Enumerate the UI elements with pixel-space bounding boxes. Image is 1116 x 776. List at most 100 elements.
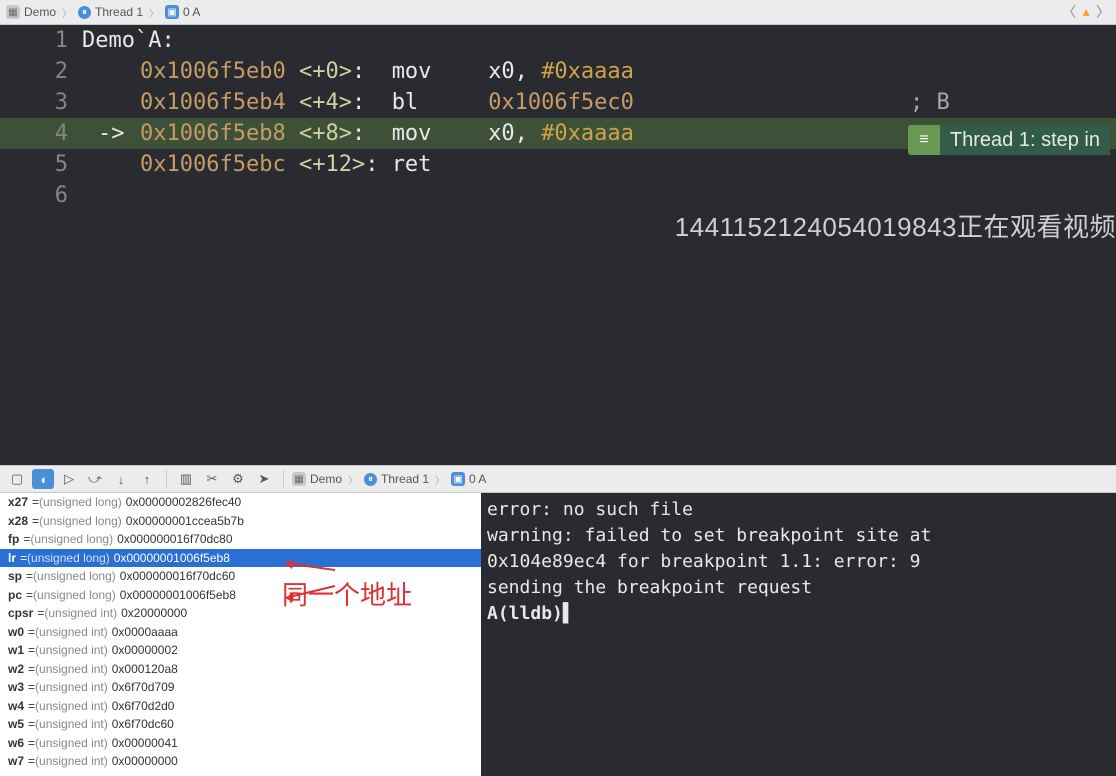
stackframe-icon: ▣ [451,472,465,486]
register-row[interactable]: w5 = (unsigned int)0x6f70dc60 [0,715,481,734]
code-line: 1 Demo`A: [0,25,1116,56]
register-type: (unsigned long) [27,551,110,565]
register-name: w0 [8,625,24,639]
thread-status-pill[interactable]: ≡ Thread 1: step in [908,125,1110,155]
console-prompt: A(lldb)▌ [487,601,1110,627]
chevron-icon: 〉 [60,5,74,20]
operand: x0, [488,121,528,146]
code-line: 2 0x1006f5eb0 <+0> : mov x0, #0xaaaa [0,56,1116,87]
register-type: (unsigned long) [30,532,113,546]
register-type: (unsigned int) [44,606,117,620]
register-name: w7 [8,754,24,768]
operand: #0xaaaa [541,121,634,146]
thread-status-text: Thread 1: step in [940,125,1110,155]
line-number: 4 [0,121,82,146]
register-row[interactable]: fp = (unsigned long)0x000000016f70dc80 [0,530,481,549]
register-value: 0x00000002 [112,643,178,657]
breadcrumb-thread[interactable]: Thread 1 [95,5,143,19]
thread-icon: ⏸ [78,6,91,19]
register-type: (unsigned long) [39,514,122,528]
topbar-right: 〈 ▲ 〉 [1062,2,1110,22]
debug-toolbar: ▢ ◖ ▷ ⤻ ↓ ↑ ▥ ✂ ⚙ ➤ ▦ Demo 〉 ⏸ Thread 1 … [0,465,1116,493]
register-value: 0x000000016f70dc60 [120,569,235,583]
register-row[interactable]: w4 = (unsigned int)0x6f70d2d0 [0,697,481,716]
addr: 0x1006f5ebc [140,152,286,177]
line-number: 5 [0,152,82,177]
debug-breadcrumb: ▦ Demo 〉 ⏸ Thread 1 〉 ▣ 0 A [292,472,486,487]
pc-arrow: -> [98,121,140,146]
warning-icon[interactable]: ▲ [1080,5,1092,19]
location-button[interactable]: ➤ [253,469,275,489]
register-row[interactable]: w7 = (unsigned int)0x00000000 [0,752,481,771]
variables-panel[interactable]: x27 = (unsigned long)0x00000002826fec40x… [0,493,481,776]
step-out-button[interactable]: ↑ [136,469,158,489]
register-value: 0x00000002826fec40 [126,495,241,509]
step-over-button[interactable]: ⤻ [84,469,106,489]
register-type: (unsigned long) [33,588,116,602]
addr: 0x1006f5eb8 [140,121,286,146]
console-line: sending the breakpoint request [487,575,1110,601]
register-type: (unsigned int) [35,680,108,694]
register-row[interactable]: w0 = (unsigned int)0x0000aaaa [0,623,481,642]
back-icon[interactable]: 〈 [1062,2,1076,22]
breadcrumb-frame[interactable]: 0 A [183,5,200,19]
register-row[interactable]: lr = (unsigned long)0x00000001006f5eb8 [0,549,481,568]
register-name: pc [8,588,22,602]
line-number: 6 [0,183,82,208]
register-value: 0x20000000 [121,606,187,620]
line-number: 3 [0,90,82,115]
console-line: error: no such file [487,497,1110,523]
console-line: 0x104e89ec4 for breakpoint 1.1: error: 9 [487,549,1110,575]
forward-icon[interactable]: 〉 [1096,2,1110,22]
breakpoints-button[interactable]: ◖ [32,469,54,489]
breadcrumb-demo[interactable]: Demo [24,5,56,19]
continue-button[interactable]: ▷ [58,469,80,489]
register-name: w6 [8,736,24,750]
register-type: (unsigned int) [35,754,108,768]
hide-debugger-button[interactable]: ▢ [6,469,28,489]
register-name: x27 [8,495,28,509]
register-value: 0x6f70d2d0 [112,699,175,713]
register-row[interactable]: w1 = (unsigned int)0x00000002 [0,641,481,660]
register-value: 0x00000041 [112,736,178,750]
offset: <+12> [299,152,365,177]
register-type: (unsigned long) [39,495,122,509]
thread-icon: ⏸ [364,473,377,486]
addr: 0x1006f5eb4 [140,90,286,115]
demo-icon: ▦ [6,5,20,19]
register-type: (unsigned int) [35,717,108,731]
register-type: (unsigned int) [35,643,108,657]
register-name: w5 [8,717,24,731]
memory-graph-button[interactable]: ✂ [201,469,223,489]
opcode: mov [392,121,462,146]
register-value: 0x00000001ccea5b7b [126,514,244,528]
register-value: 0x000120a8 [112,662,178,676]
register-value: 0x00000001006f5eb8 [114,551,230,565]
register-row[interactable]: x27 = (unsigned long)0x00000002826fec40 [0,493,481,512]
register-row[interactable]: x28 = (unsigned long)0x00000001ccea5b7b [0,512,481,531]
register-type: (unsigned int) [35,699,108,713]
register-row[interactable]: w6 = (unsigned int)0x00000041 [0,734,481,753]
debug-view-button[interactable]: ▥ [175,469,197,489]
code-editor[interactable]: 1 Demo`A: 2 0x1006f5eb0 <+0> : mov x0, #… [0,25,1116,465]
breadcrumb: ▦ Demo 〉 ⏸ Thread 1 〉 ▣ 0 A [6,5,200,20]
register-value: 0x6f70dc60 [112,717,174,731]
dbg-breadcrumb-thread[interactable]: Thread 1 [381,472,429,486]
comment: ; B [910,90,950,115]
register-name: w2 [8,662,24,676]
lldb-console[interactable]: error: no such file warning: failed to s… [481,493,1116,776]
console-line: warning: failed to set breakpoint site a… [487,523,1110,549]
register-type: (unsigned long) [33,569,116,583]
operand: 0x1006f5ec0 [488,90,634,115]
step-in-button[interactable]: ↓ [110,469,132,489]
hamburger-icon[interactable]: ≡ [908,125,940,155]
line-number: 2 [0,59,82,84]
register-name: cpsr [8,606,33,620]
register-value: 0x00000001006f5eb8 [120,588,236,602]
dbg-breadcrumb-demo[interactable]: Demo [310,472,342,486]
register-row[interactable]: w3 = (unsigned int)0x6f70d709 [0,678,481,697]
dbg-breadcrumb-frame[interactable]: 0 A [469,472,486,486]
override-button[interactable]: ⚙ [227,469,249,489]
demo-icon: ▦ [292,472,306,486]
register-row[interactable]: w2 = (unsigned int)0x000120a8 [0,660,481,679]
